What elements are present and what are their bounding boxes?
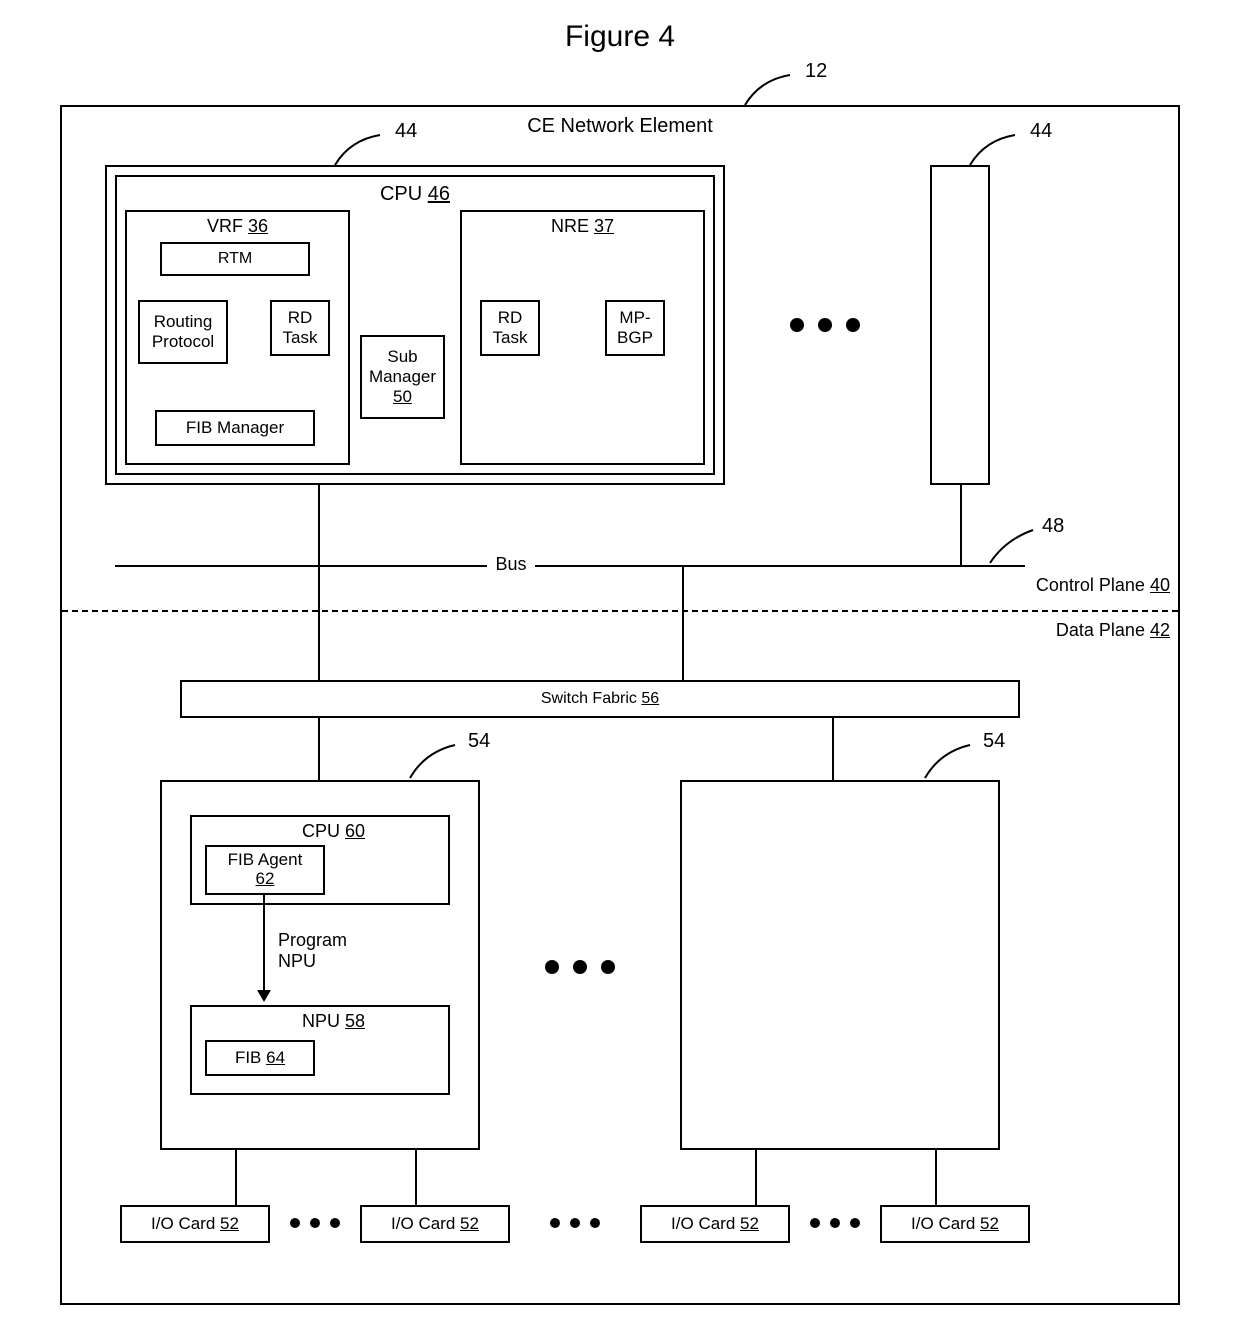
callout-stroke-54-right: [920, 740, 980, 780]
vrf-text: VRF: [207, 216, 243, 236]
callout-stroke-12: [740, 70, 800, 110]
routing-protocol-box: Routing Protocol: [138, 300, 228, 364]
card-54-right: [680, 780, 1000, 1150]
bus-label: Bus: [487, 554, 535, 575]
control-plane-text: Control Plane: [1036, 575, 1145, 595]
program-npu-label: Program NPU: [278, 930, 368, 971]
fib-agent-box: FIB Agent 62: [205, 845, 325, 895]
io-card-4-label: I/O Card: [911, 1214, 975, 1233]
rtm-label: RTM: [218, 250, 252, 268]
npu-text: NPU: [302, 1011, 340, 1031]
ellipsis-io-1: [290, 1218, 340, 1228]
fib-box: FIB 64: [205, 1040, 315, 1076]
control-plane-ref: 40: [1150, 575, 1170, 595]
diagram-canvas: Figure 4 12 CE Network Element 44 CPU 46…: [20, 20, 1220, 1320]
conn-bus-to-sf-right: [682, 565, 684, 680]
rtm-box: RTM: [160, 242, 310, 276]
npu-label: NPU 58: [302, 1011, 442, 1032]
switch-fabric-box: Switch Fabric 56: [180, 680, 1020, 718]
npu-ref: 58: [345, 1011, 365, 1031]
ref-44-right: 44: [1030, 120, 1052, 143]
io-card-1: I/O Card 52: [120, 1205, 270, 1243]
vrf-label: VRF 36: [127, 216, 348, 237]
routing-protocol-label: Routing Protocol: [140, 312, 226, 352]
vrf-ref: 36: [248, 216, 268, 236]
figure-title: Figure 4: [20, 20, 1220, 54]
conn-card44-right-to-bus: [960, 485, 962, 565]
callout-stroke-44-right: [965, 130, 1025, 170]
nre-text: NRE: [551, 216, 589, 236]
data-plane-text: Data Plane: [1056, 620, 1145, 640]
io-card-3-ref: 52: [740, 1214, 759, 1233]
rd-task-left-box: RD Task: [270, 300, 330, 356]
conn-sf-to-card54-right: [832, 718, 834, 780]
ellipsis-io-2: [550, 1218, 600, 1228]
io-card-1-label: I/O Card: [151, 1214, 215, 1233]
mp-bgp-label: MP-BGP: [607, 308, 663, 348]
data-plane-ref: 42: [1150, 620, 1170, 640]
ellipsis-mid: [545, 960, 615, 974]
card-44-right: [930, 165, 990, 485]
fib-label: FIB: [235, 1048, 261, 1067]
conn-bus-to-sf-left: [318, 565, 320, 680]
fib-manager-box: FIB Manager: [155, 410, 315, 446]
conn-card54r-io1: [755, 1150, 757, 1205]
plane-separator: [62, 610, 1178, 612]
io-card-2-ref: 52: [460, 1214, 479, 1233]
io-card-4-ref: 52: [980, 1214, 999, 1233]
nre-label: NRE 37: [462, 216, 703, 237]
cpu-60-text: CPU: [302, 821, 340, 841]
io-card-3-label: I/O Card: [671, 1214, 735, 1233]
ref-44-left: 44: [395, 120, 417, 143]
cpu-60-label: CPU 60: [302, 821, 442, 842]
nre-ref: 37: [594, 216, 614, 236]
fib-agent-label: FIB Agent: [228, 851, 303, 870]
fib-agent-ref: 62: [256, 870, 275, 889]
conn-card54l-io2: [415, 1150, 417, 1205]
ref-12: 12: [805, 60, 827, 83]
ellipsis-io-3: [810, 1218, 860, 1228]
fib-manager-label: FIB Manager: [186, 418, 284, 438]
io-card-3: I/O Card 52: [640, 1205, 790, 1243]
ref-54-left: 54: [468, 730, 490, 753]
control-plane-label: Control Plane 40: [1036, 575, 1170, 596]
callout-stroke-48: [985, 525, 1040, 565]
cpu-46-text: CPU: [380, 183, 422, 205]
program-npu-arrowhead: [257, 990, 271, 1002]
ref-54-right: 54: [983, 730, 1005, 753]
ellipsis-top: [790, 318, 860, 332]
bus-line-left: [115, 565, 487, 567]
switch-fabric-ref: 56: [641, 690, 659, 707]
ref-48: 48: [1042, 515, 1064, 538]
sub-manager-box: Sub Manager 50: [360, 335, 445, 419]
io-card-1-ref: 52: [220, 1214, 239, 1233]
mp-bgp-box: MP-BGP: [605, 300, 665, 356]
sub-manager-label: Sub Manager: [362, 347, 443, 388]
cpu-46-label: CPU 46: [117, 183, 713, 206]
callout-stroke-54-left: [405, 740, 465, 780]
data-plane-label: Data Plane 42: [1056, 620, 1170, 641]
rd-task-left-label: RD Task: [272, 308, 328, 348]
conn-card44-left-to-bus: [318, 485, 320, 565]
io-card-2: I/O Card 52: [360, 1205, 510, 1243]
conn-card54r-io2: [935, 1150, 937, 1205]
rd-task-nre-box: RD Task: [480, 300, 540, 356]
io-card-2-label: I/O Card: [391, 1214, 455, 1233]
switch-fabric-label: Switch Fabric: [541, 690, 637, 707]
conn-sf-to-card54-left: [318, 718, 320, 780]
conn-card54l-io1: [235, 1150, 237, 1205]
fib-ref: 64: [266, 1048, 285, 1067]
program-npu-arrow-line: [263, 895, 265, 995]
bus-line-right: [535, 565, 1025, 567]
io-card-4: I/O Card 52: [880, 1205, 1030, 1243]
callout-stroke-44-left: [330, 130, 390, 170]
rd-task-nre-label: RD Task: [482, 308, 538, 348]
cpu-46-ref: 46: [428, 183, 450, 205]
sub-manager-ref: 50: [393, 387, 412, 407]
cpu-60-ref: 60: [345, 821, 365, 841]
